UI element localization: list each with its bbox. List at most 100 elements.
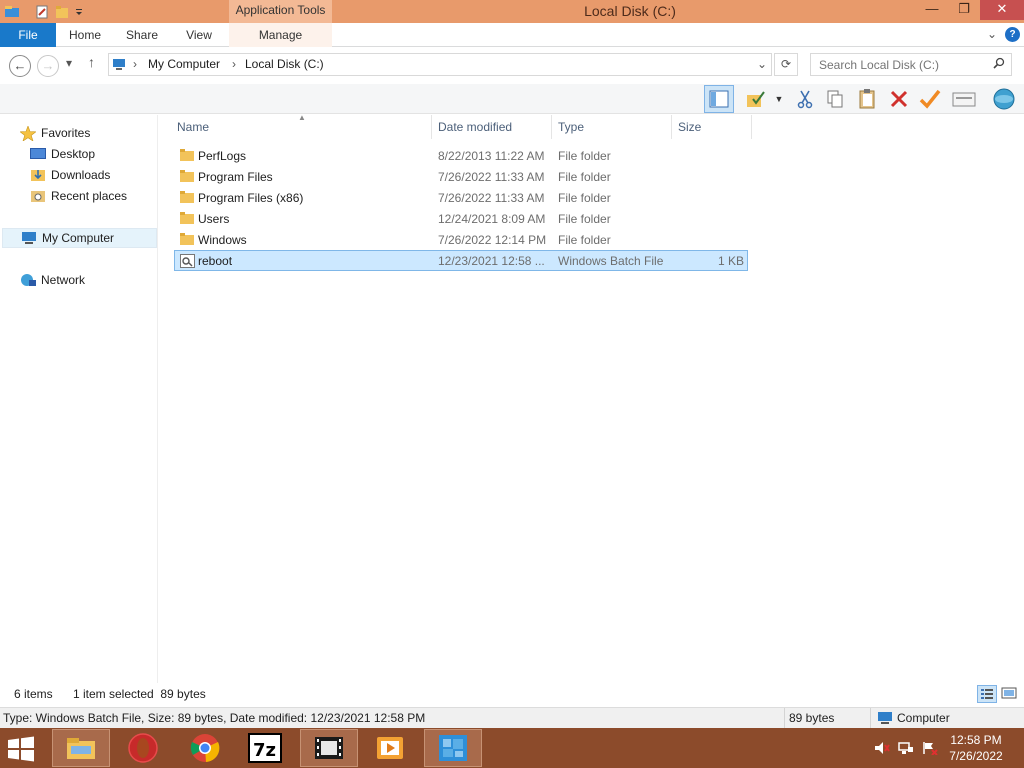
breadcrumb-local-disk[interactable]: Local Disk (C:) [245, 57, 324, 71]
nav-my-computer-label: My Computer [42, 231, 115, 245]
address-row: ← → ▾ ↑ › My Computer › Local Disk (C:) … [0, 48, 1024, 84]
forward-button[interactable]: → [37, 55, 59, 77]
file-row-selected[interactable]: reboot 12/23/2021 12:58 ... Windows Batc… [174, 250, 748, 271]
details-description: Type: Windows Batch File, Size: 89 bytes… [3, 711, 426, 725]
tab-manage[interactable]: Manage [229, 23, 332, 47]
column-name[interactable]: Name [177, 120, 209, 134]
folder-options-icon[interactable] [744, 87, 768, 111]
rename-check-icon[interactable] [918, 87, 942, 111]
video-editor-icon[interactable] [300, 729, 358, 767]
search-input[interactable] [811, 54, 991, 75]
network-icon [20, 273, 36, 287]
search-icon[interactable] [992, 57, 1006, 74]
file-date: 7/26/2022 11:33 AM [438, 170, 545, 184]
folder-icon [180, 149, 194, 161]
window-title: Local Disk (C:) [584, 3, 676, 19]
address-bar[interactable]: › My Computer › Local Disk (C:) ⌄ [108, 53, 772, 76]
file-type: Windows Batch File [558, 254, 664, 268]
opera-icon[interactable] [114, 729, 172, 767]
file-date: 7/26/2022 11:33 AM [438, 191, 545, 205]
refresh-button[interactable]: ⟳ [774, 53, 798, 76]
address-dropdown-icon[interactable]: ⌄ [757, 57, 767, 71]
tab-file[interactable]: File [0, 23, 56, 47]
up-icon[interactable]: ↑ [88, 54, 95, 70]
large-icons-view-icon[interactable] [1000, 685, 1020, 703]
column-divider[interactable] [551, 115, 552, 139]
start-button[interactable] [6, 736, 38, 762]
maximize-button[interactable]: ❐ [948, 0, 980, 20]
details-location: Computer [897, 711, 950, 725]
column-size[interactable]: Size [678, 120, 701, 134]
nav-desktop[interactable]: Desktop [30, 144, 95, 164]
nav-recent-places[interactable]: Recent places [30, 186, 127, 206]
media-player-icon[interactable] [361, 729, 419, 767]
file-row[interactable]: Windows 7/26/2022 12:14 PM File folder [174, 229, 748, 250]
file-date: 12/23/2021 12:58 ... [438, 254, 545, 268]
navigation-pane: Favorites Desktop Downloads Recent place… [0, 115, 158, 683]
app-grid-icon[interactable] [424, 729, 482, 767]
nav-my-computer[interactable]: My Computer [2, 228, 157, 248]
window-controls: — ❐ ✕ [916, 0, 1024, 23]
minimize-button[interactable]: — [916, 0, 948, 20]
properties-card-icon[interactable] [951, 87, 977, 111]
breadcrumb-separator-icon: › [133, 57, 137, 71]
file-type: File folder [558, 212, 611, 226]
file-size: 1 KB [717, 254, 744, 268]
details-view-icon[interactable] [977, 685, 997, 703]
column-divider[interactable] [431, 115, 432, 139]
file-name: PerfLogs [198, 149, 247, 163]
tab-share[interactable]: Share [114, 23, 170, 47]
system-clock[interactable]: 12:58 PM 7/26/2022 [946, 732, 1006, 764]
nav-network[interactable]: Network [20, 270, 85, 290]
computer-location-icon [111, 56, 127, 75]
close-button[interactable]: ✕ [980, 0, 1024, 20]
folder-icon [180, 191, 194, 203]
nav-favorites[interactable]: Favorites [19, 123, 90, 143]
delete-icon[interactable] [887, 87, 911, 111]
file-row[interactable]: PerfLogs 8/22/2013 11:22 AM File folder [174, 145, 748, 166]
action-center-flag-icon[interactable] [922, 741, 938, 758]
paste-icon[interactable] [855, 87, 879, 111]
breadcrumb-my-computer[interactable]: My Computer [148, 57, 220, 71]
tab-view[interactable]: View [171, 23, 227, 47]
back-button[interactable]: ← [9, 55, 31, 77]
expand-ribbon-icon[interactable]: ⌄ [987, 27, 997, 42]
tab-home[interactable]: Home [57, 23, 113, 47]
file-row[interactable]: Program Files 7/26/2022 11:33 AM File fo… [174, 166, 748, 187]
7zip-icon[interactable]: 7z [236, 729, 294, 767]
file-row[interactable]: Users 12/24/2021 8:09 AM File folder [174, 208, 748, 229]
taskbar: 7z 12:58 PM 7/26/2022 [0, 728, 1024, 768]
recent-places-icon [30, 189, 46, 203]
file-explorer-icon[interactable] [52, 729, 110, 767]
column-divider[interactable] [751, 115, 752, 139]
chrome-icon[interactable] [176, 729, 234, 767]
folder-options-dropdown-icon[interactable]: ▼ [772, 87, 786, 111]
file-name: Users [198, 212, 230, 226]
clock-time: 12:58 PM [950, 733, 1002, 747]
nav-downloads[interactable]: Downloads [30, 165, 110, 185]
file-date: 7/26/2022 12:14 PM [438, 233, 547, 247]
file-list-header: ▲ Name Date modified Type Size [170, 113, 752, 139]
globe-icon[interactable] [990, 87, 1018, 111]
volume-muted-icon[interactable] [874, 741, 890, 758]
search-box[interactable] [810, 53, 1012, 76]
file-row[interactable]: Program Files (x86) 7/26/2022 11:33 AM F… [174, 187, 748, 208]
column-type[interactable]: Type [558, 120, 584, 134]
svg-text:7z: 7z [253, 740, 276, 761]
copy-icon[interactable] [823, 87, 847, 111]
nav-desktop-label: Desktop [51, 147, 96, 161]
computer-icon [21, 231, 37, 245]
help-icon[interactable]: ? [1005, 27, 1020, 42]
batch-file-icon [180, 254, 195, 268]
network-status-icon[interactable] [898, 741, 914, 758]
recent-locations-icon[interactable]: ▾ [66, 56, 72, 70]
column-divider[interactable] [671, 115, 672, 139]
nav-network-label: Network [41, 273, 86, 287]
column-date-modified[interactable]: Date modified [438, 120, 512, 134]
preview-pane-icon[interactable] [704, 85, 734, 113]
command-toolbar: ▼ [0, 84, 1024, 114]
location-computer-icon [877, 711, 893, 728]
item-count: 6 items [14, 687, 53, 701]
cut-icon[interactable] [793, 87, 817, 111]
divider [784, 708, 785, 728]
